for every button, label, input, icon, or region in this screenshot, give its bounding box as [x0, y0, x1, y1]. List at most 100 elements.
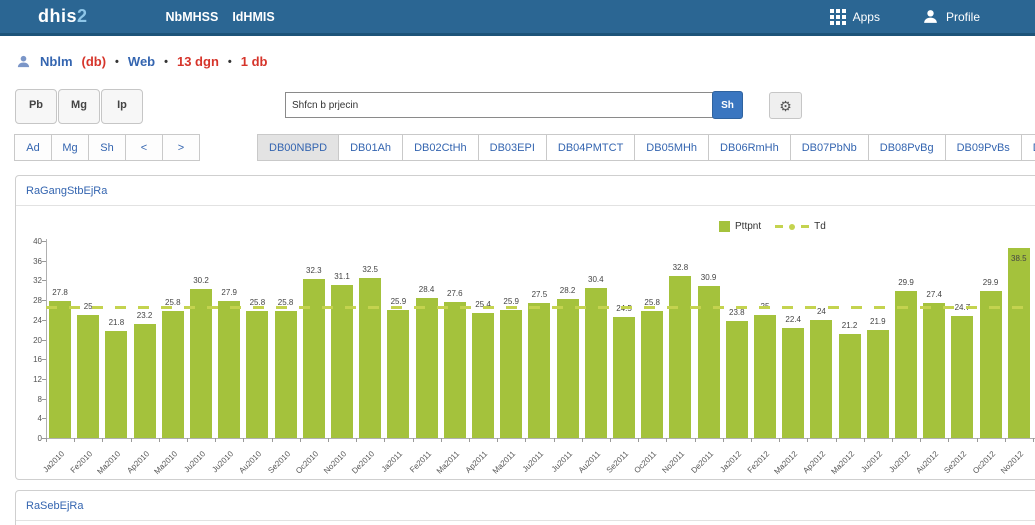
bar-Se2012[interactable]: [951, 316, 973, 438]
bar-Ma2011[interactable]: [444, 302, 466, 438]
dashboard-tab-10[interactable]: DB10Hb: [1021, 134, 1035, 161]
bar-Ma2012[interactable]: [839, 334, 861, 438]
dashboard-action-2[interactable]: Sh: [88, 134, 126, 161]
gear-icon: ⚙: [779, 98, 792, 114]
bar-Ap2010[interactable]: [134, 324, 156, 438]
panel-action-links[interactable]: RaGangStbEjRa: [26, 185, 107, 197]
top-bar: dhis2 NbMHSS IdHMIS Apps Profile: [0, 0, 1035, 36]
bar-Ja2010[interactable]: [49, 301, 71, 438]
y-axis-tick: [42, 261, 46, 262]
brand-text: dhis: [38, 6, 77, 26]
x-axis-tick: [525, 438, 526, 442]
dashboard-tab-5[interactable]: DB05MHh: [634, 134, 709, 161]
bar-Ju2010[interactable]: [218, 301, 240, 438]
legend-dot-icon: [789, 224, 795, 230]
x-axis-tick: [328, 438, 329, 442]
search-button[interactable]: Sh: [712, 91, 743, 119]
bar-Ap2012[interactable]: [810, 320, 832, 438]
bar-Ja2012[interactable]: [726, 321, 748, 438]
dhis2-logo[interactable]: dhis2: [38, 6, 88, 27]
toolbar-button-0[interactable]: Pb: [15, 89, 57, 124]
bar-Fe2010[interactable]: [77, 315, 99, 438]
dashboard-tab-4[interactable]: DB04PMTCT: [546, 134, 635, 161]
top-menu-item-0[interactable]: NbMHSS: [166, 10, 219, 24]
bar-Ma2010[interactable]: [105, 331, 127, 438]
profile-icon: [922, 8, 939, 25]
x-axis-tick: [215, 438, 216, 442]
dashboard-tab-7[interactable]: DB07PbNb: [790, 134, 869, 161]
dashboard-tab-9[interactable]: DB09PvBs: [945, 134, 1022, 161]
legend-item-1[interactable]: Td: [775, 221, 826, 232]
bar-value-label: 30.4: [576, 275, 616, 284]
panel-action-links[interactable]: RaSebEjRa: [26, 500, 83, 512]
dashboard-action-0[interactable]: Ad: [14, 134, 52, 161]
bar-value-label: 27.4: [914, 290, 954, 299]
chart-legend[interactable]: Pttpnt Td: [719, 221, 826, 232]
bar-Ju2011[interactable]: [528, 303, 550, 438]
x-axis-tick: [413, 438, 414, 442]
bar-Ju2012[interactable]: [867, 330, 889, 438]
y-axis-label: 12: [18, 375, 42, 384]
search-input[interactable]: [285, 92, 717, 118]
bar-No2011[interactable]: [669, 276, 691, 438]
bar-Ju2011[interactable]: [557, 299, 579, 438]
message-count: 1 db: [241, 54, 268, 69]
bar-value-label: 27.8: [40, 288, 80, 297]
bar-Ma2012[interactable]: [782, 328, 804, 438]
top-menu-item-1[interactable]: IdHMIS: [232, 10, 274, 24]
legend-item-0[interactable]: Pttpnt: [719, 221, 761, 232]
bar-Au2012[interactable]: [923, 303, 945, 438]
y-axis-tick: [42, 340, 46, 341]
bar-value-label: 27.6: [435, 289, 475, 298]
bar-Fe2011[interactable]: [416, 298, 438, 438]
x-axis-tick: [610, 438, 611, 442]
bar-Fe2012[interactable]: [754, 315, 776, 438]
bar-Oc2011[interactable]: [641, 311, 663, 438]
dashboard-tab-2[interactable]: DB02CtHh: [402, 134, 479, 161]
bar-Se2011[interactable]: [613, 317, 635, 438]
settings-gear-button[interactable]: ⚙: [769, 92, 802, 119]
y-axis-line: [46, 239, 47, 439]
bar-Se2010[interactable]: [275, 311, 297, 438]
x-axis-tick: [582, 438, 583, 442]
x-axis-tick: [46, 438, 47, 442]
message-subject-link[interactable]: Web: [128, 54, 155, 69]
panel-header: RaSebEjRa: [16, 491, 1035, 521]
dashboard-tab-3[interactable]: DB03EPI: [478, 134, 547, 161]
bar-Oc2012[interactable]: [980, 291, 1002, 438]
toolbar-button-2[interactable]: Ip: [101, 89, 143, 124]
bar-Au2010[interactable]: [246, 311, 268, 438]
bar-Ma2010[interactable]: [162, 311, 184, 438]
dashboard-action-4[interactable]: >: [162, 134, 200, 161]
apps-menu[interactable]: Apps: [830, 9, 880, 25]
y-axis-tick: [42, 300, 46, 301]
bar-Ja2011[interactable]: [387, 310, 409, 438]
x-axis-tick: [497, 438, 498, 442]
bar-Ju2010[interactable]: [190, 289, 212, 438]
dashboard-tab-0[interactable]: DB00NBPD: [257, 134, 339, 161]
legend-dash-icon: [801, 225, 809, 228]
bar-chart: PttpntTd 048121620242832364027.8Ja201025…: [16, 206, 1035, 476]
profile-menu[interactable]: Profile: [922, 8, 980, 25]
message-age: 13 dgn: [177, 54, 219, 69]
y-axis-label: 24: [18, 316, 42, 325]
bar-Ap2011[interactable]: [472, 313, 494, 438]
dashboard-action-3[interactable]: <: [125, 134, 163, 161]
bar-Ju2012[interactable]: [895, 291, 917, 438]
dashboard-tab-1[interactable]: DB01Ah: [338, 134, 403, 161]
panel-header: RaGangStbEjRa: [16, 176, 1035, 206]
x-axis-tick: [666, 438, 667, 442]
bar-Oc2010[interactable]: [303, 279, 325, 438]
message-strip: Nblm (db) • Web • 13 dgn • 1 db: [16, 54, 267, 69]
dashboard-tab-6[interactable]: DB06RmHh: [708, 134, 791, 161]
dashboard-tab-8[interactable]: DB08PvBg: [868, 134, 946, 161]
message-sender-link[interactable]: Nblm: [40, 54, 73, 69]
x-axis-tick: [74, 438, 75, 442]
bar-Ma2011[interactable]: [500, 310, 522, 438]
bar-No2012[interactable]: [1008, 248, 1030, 438]
dashboard-action-1[interactable]: Mg: [51, 134, 89, 161]
toolbar-button-1[interactable]: Mg: [58, 89, 100, 124]
profile-label: Profile: [946, 10, 980, 24]
x-axis-tick: [243, 438, 244, 442]
apps-grid-icon: [830, 9, 846, 25]
